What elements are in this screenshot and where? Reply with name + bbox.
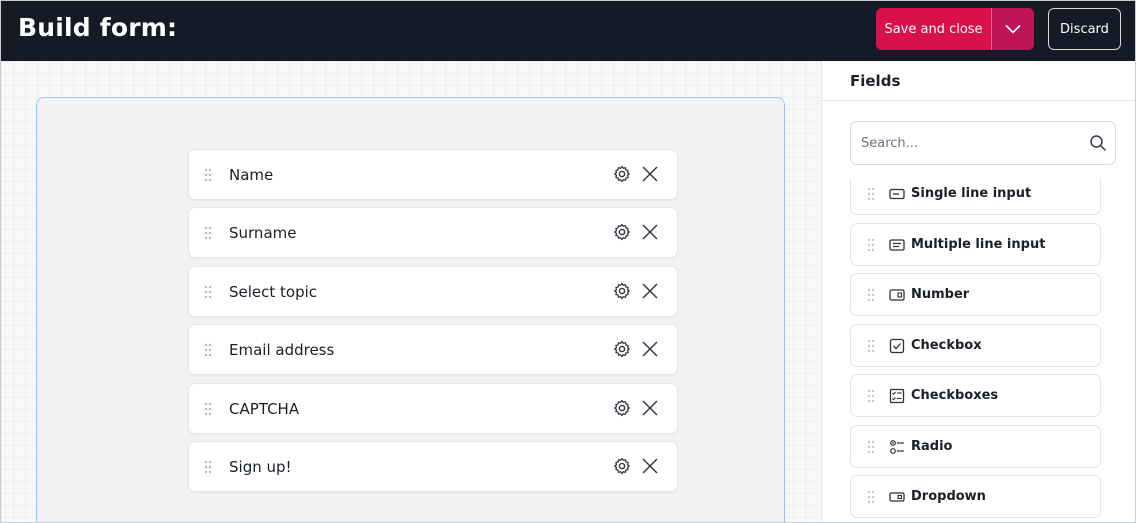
search-icon[interactable] (1089, 134, 1107, 152)
form-field-row[interactable]: Surname (188, 207, 678, 258)
chevron-down-icon (1005, 24, 1021, 34)
gear-icon[interactable] (612, 398, 632, 418)
page-title: Build form: (18, 13, 178, 42)
checkboxes-icon (889, 388, 905, 404)
form-field-row[interactable]: Sign up! (188, 441, 678, 492)
close-icon[interactable] (640, 281, 660, 301)
form-field-label: CAPTCHA (229, 400, 300, 418)
form-field-row[interactable]: Select topic (188, 266, 678, 317)
save-options-toggle[interactable] (992, 8, 1034, 50)
fields-sidebar: Fields Single line input (821, 61, 1135, 522)
close-icon[interactable] (640, 222, 660, 242)
search-box (850, 121, 1116, 165)
sidebar-item-label: Multiple line input (911, 237, 1046, 252)
gear-icon[interactable] (612, 222, 632, 242)
form-field-row[interactable]: Name (188, 149, 678, 200)
form-builder-app: Build form: Save and close Discard Name (0, 0, 1136, 523)
dropdown-icon (889, 492, 905, 502)
sidebar-item-single-line-input[interactable]: Single line input (850, 179, 1101, 215)
sidebar-divider (822, 100, 1135, 101)
top-bar: Build form: Save and close Discard (1, 1, 1135, 61)
form-field-label: Surname (229, 224, 297, 242)
drag-handle-icon[interactable] (203, 285, 213, 299)
single-line-input-icon (889, 188, 905, 200)
gear-icon[interactable] (612, 281, 632, 301)
drag-handle-icon[interactable] (866, 238, 876, 252)
drag-handle-icon[interactable] (203, 402, 213, 416)
drag-handle-icon[interactable] (866, 389, 876, 403)
sidebar-item-label: Checkboxes (911, 388, 999, 403)
drag-handle-icon[interactable] (866, 187, 876, 201)
form-drop-area[interactable]: Name Surname Select topic Email address … (36, 97, 785, 522)
number-icon (889, 289, 905, 301)
form-field-row[interactable]: Email address (188, 324, 678, 375)
sidebar-title: Fields (850, 72, 901, 90)
sidebar-item-label: Number (911, 287, 970, 302)
drag-handle-icon[interactable] (203, 343, 213, 357)
sidebar-item-label: Radio (911, 439, 953, 454)
sidebar-item-checkbox[interactable]: Checkbox (850, 324, 1101, 367)
drag-handle-icon[interactable] (203, 460, 213, 474)
close-icon[interactable] (640, 339, 660, 359)
sidebar-item-label: Dropdown (911, 489, 986, 504)
close-icon[interactable] (640, 398, 660, 418)
sidebar-item-multiple-line-input[interactable]: Multiple line input (850, 223, 1101, 266)
sidebar-item-checkboxes[interactable]: Checkboxes (850, 374, 1101, 417)
save-and-close-button[interactable]: Save and close (876, 8, 991, 50)
sidebar-item-dropdown[interactable]: Dropdown (850, 475, 1101, 518)
form-field-label: Sign up! (229, 458, 292, 476)
form-field-row[interactable]: CAPTCHA (188, 383, 678, 434)
search-input[interactable] (861, 132, 1081, 154)
discard-button[interactable]: Discard (1048, 8, 1121, 50)
fields-list: Single line input Multiple line input Nu… (822, 179, 1135, 522)
radio-icon (890, 440, 904, 454)
gear-icon[interactable] (612, 456, 632, 476)
save-button-group: Save and close (876, 8, 1034, 50)
form-field-label: Email address (229, 341, 335, 359)
close-icon[interactable] (640, 164, 660, 184)
form-field-label: Select topic (229, 283, 318, 301)
form-field-label: Name (229, 166, 274, 184)
close-icon[interactable] (640, 456, 660, 476)
drag-handle-icon[interactable] (866, 339, 876, 353)
drag-handle-icon[interactable] (866, 490, 876, 504)
gear-icon[interactable] (612, 339, 632, 359)
drag-handle-icon[interactable] (203, 168, 213, 182)
gear-icon[interactable] (612, 164, 632, 184)
drag-handle-icon[interactable] (203, 226, 213, 240)
sidebar-item-radio[interactable]: Radio (850, 425, 1101, 468)
form-canvas: Name Surname Select topic Email address … (1, 61, 821, 522)
multiple-line-input-icon (889, 239, 905, 251)
checkbox-icon (889, 338, 905, 354)
sidebar-item-label: Single line input (911, 186, 1032, 201)
sidebar-item-number[interactable]: Number (850, 273, 1101, 316)
drag-handle-icon[interactable] (866, 288, 876, 302)
sidebar-item-label: Checkbox (911, 338, 982, 353)
drag-handle-icon[interactable] (866, 440, 876, 454)
